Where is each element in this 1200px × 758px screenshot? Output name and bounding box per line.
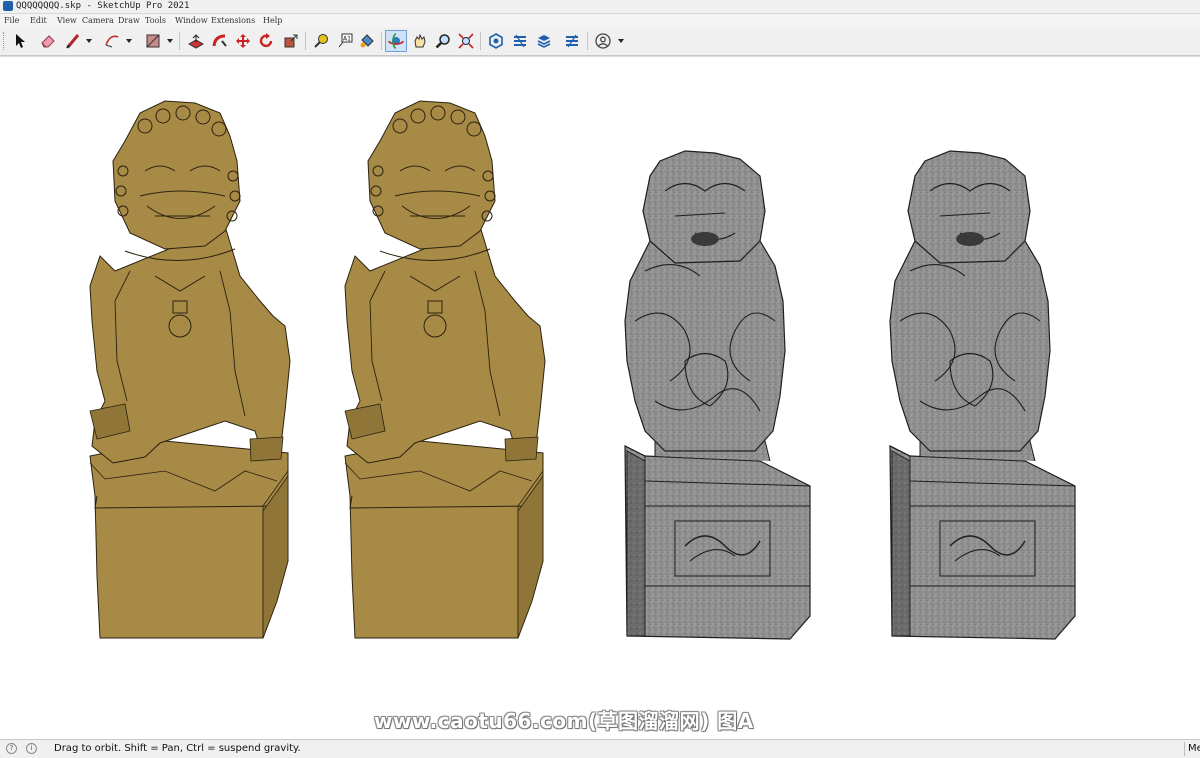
rectangle-tool-button[interactable]	[142, 30, 164, 52]
pan-tool-button[interactable]	[409, 30, 431, 52]
extension-manager-icon	[566, 34, 578, 48]
modeling-viewport[interactable]	[0, 56, 1200, 740]
select-tool-icon	[16, 34, 25, 48]
follow-me-tool-icon	[212, 34, 227, 47]
toolbar-separator	[305, 32, 306, 50]
arc-tool-icon	[105, 35, 119, 48]
rotate-tool-button[interactable]	[255, 30, 277, 52]
arc-tools-dropdown-icon[interactable]	[126, 37, 132, 45]
instructor-info-icon[interactable]: i	[26, 743, 37, 754]
line-tool-button[interactable]	[62, 30, 84, 52]
zoom-extents-tool-button[interactable]	[455, 30, 477, 52]
account-dropdown-icon[interactable]	[618, 37, 624, 45]
arc-tool-button[interactable]	[101, 30, 123, 52]
select-tool-button[interactable]	[9, 30, 31, 52]
golden-lion-statue-right[interactable]	[344, 100, 546, 639]
eraser-tool-icon	[41, 35, 55, 48]
sketchup-app-icon	[3, 1, 13, 11]
toolbar-separator	[381, 32, 382, 50]
menu-file[interactable]: File	[4, 14, 19, 27]
stone-lion-statue-right[interactable]	[889, 150, 1076, 640]
line-tool-icon	[66, 34, 80, 49]
scale-tool-icon	[284, 34, 298, 48]
pan-tool-icon	[414, 33, 426, 48]
status-message: Drag to orbit. Shift = Pan, Ctrl = suspe…	[54, 743, 301, 754]
geo-location-icon[interactable]: ?	[6, 743, 17, 754]
model-scene[interactable]	[0, 57, 1200, 740]
3d-warehouse-button[interactable]	[485, 30, 507, 52]
toolbar-separator	[587, 32, 588, 50]
menu-window[interactable]: Window	[175, 14, 208, 27]
svg-text:A1: A1	[343, 36, 351, 43]
follow-me-tool-button[interactable]	[209, 30, 231, 52]
text-tool-button[interactable]: A1	[334, 30, 356, 52]
menu-view[interactable]: View	[57, 14, 77, 27]
orbit-tool-icon	[388, 33, 404, 49]
menu-edit[interactable]: Edit	[30, 14, 47, 27]
account-button[interactable]	[592, 30, 614, 52]
rectangle-tool-icon	[146, 34, 160, 48]
toolbar-grip[interactable]	[3, 32, 7, 50]
paint-bucket-tool-icon	[360, 34, 374, 48]
menu-bar: File Edit View Camera Draw Tools Window …	[0, 14, 1200, 27]
zoom-extents-tool-icon	[458, 33, 474, 49]
push-pull-tool-button[interactable]	[185, 30, 207, 52]
extension-warehouse-icon	[514, 34, 526, 48]
zoom-tool-icon	[435, 34, 450, 49]
status-bar: ? i Drag to orbit. Shift = Pan, Ctrl = s…	[0, 739, 1200, 758]
menu-tools[interactable]: Tools	[145, 14, 166, 27]
menu-help[interactable]: Help	[263, 14, 282, 27]
text-tool-icon: A1	[338, 33, 353, 48]
menu-draw[interactable]: Draw	[118, 14, 140, 27]
toolbar-separator	[179, 32, 180, 50]
golden-lion-statue-left[interactable]	[89, 100, 291, 639]
paint-bucket-tool-button[interactable]	[356, 30, 378, 52]
scale-tool-button[interactable]	[280, 30, 302, 52]
extension-manager-button[interactable]	[561, 30, 583, 52]
measurements-label: Me	[1188, 743, 1200, 754]
layout-button[interactable]	[533, 30, 555, 52]
rotate-tool-icon	[259, 33, 273, 48]
stone-lion-statue-left[interactable]	[624, 150, 811, 640]
tape-measure-tool-icon	[314, 34, 328, 48]
line-tools-dropdown-icon[interactable]	[86, 37, 92, 45]
watermark-text: www.caotu66.com(草图溜溜网) 图A	[374, 709, 754, 733]
menu-extensions[interactable]: Extensions	[211, 14, 255, 27]
extension-warehouse-button[interactable]	[509, 30, 531, 52]
account-icon	[595, 33, 611, 49]
orbit-tool-button[interactable]	[385, 30, 407, 52]
main-toolbar: A1	[0, 27, 1200, 56]
move-tool-button[interactable]	[232, 30, 254, 52]
window-title: QQQQQQQQ.skp - SketchUp Pro 2021	[16, 1, 190, 11]
3d-warehouse-icon	[489, 33, 503, 49]
move-tool-icon	[236, 34, 250, 48]
zoom-tool-button[interactable]	[432, 30, 454, 52]
status-divider	[1184, 742, 1185, 756]
toolbar-separator	[480, 32, 481, 50]
push-pull-tool-icon	[188, 34, 204, 49]
tape-measure-tool-button[interactable]	[310, 30, 332, 52]
eraser-tool-button[interactable]	[37, 30, 59, 52]
shape-tools-dropdown-icon[interactable]	[167, 37, 173, 45]
menu-camera[interactable]: Camera	[82, 14, 114, 27]
title-bar: QQQQQQQQ.skp - SketchUp Pro 2021	[0, 0, 1200, 14]
layout-icon	[537, 35, 551, 48]
